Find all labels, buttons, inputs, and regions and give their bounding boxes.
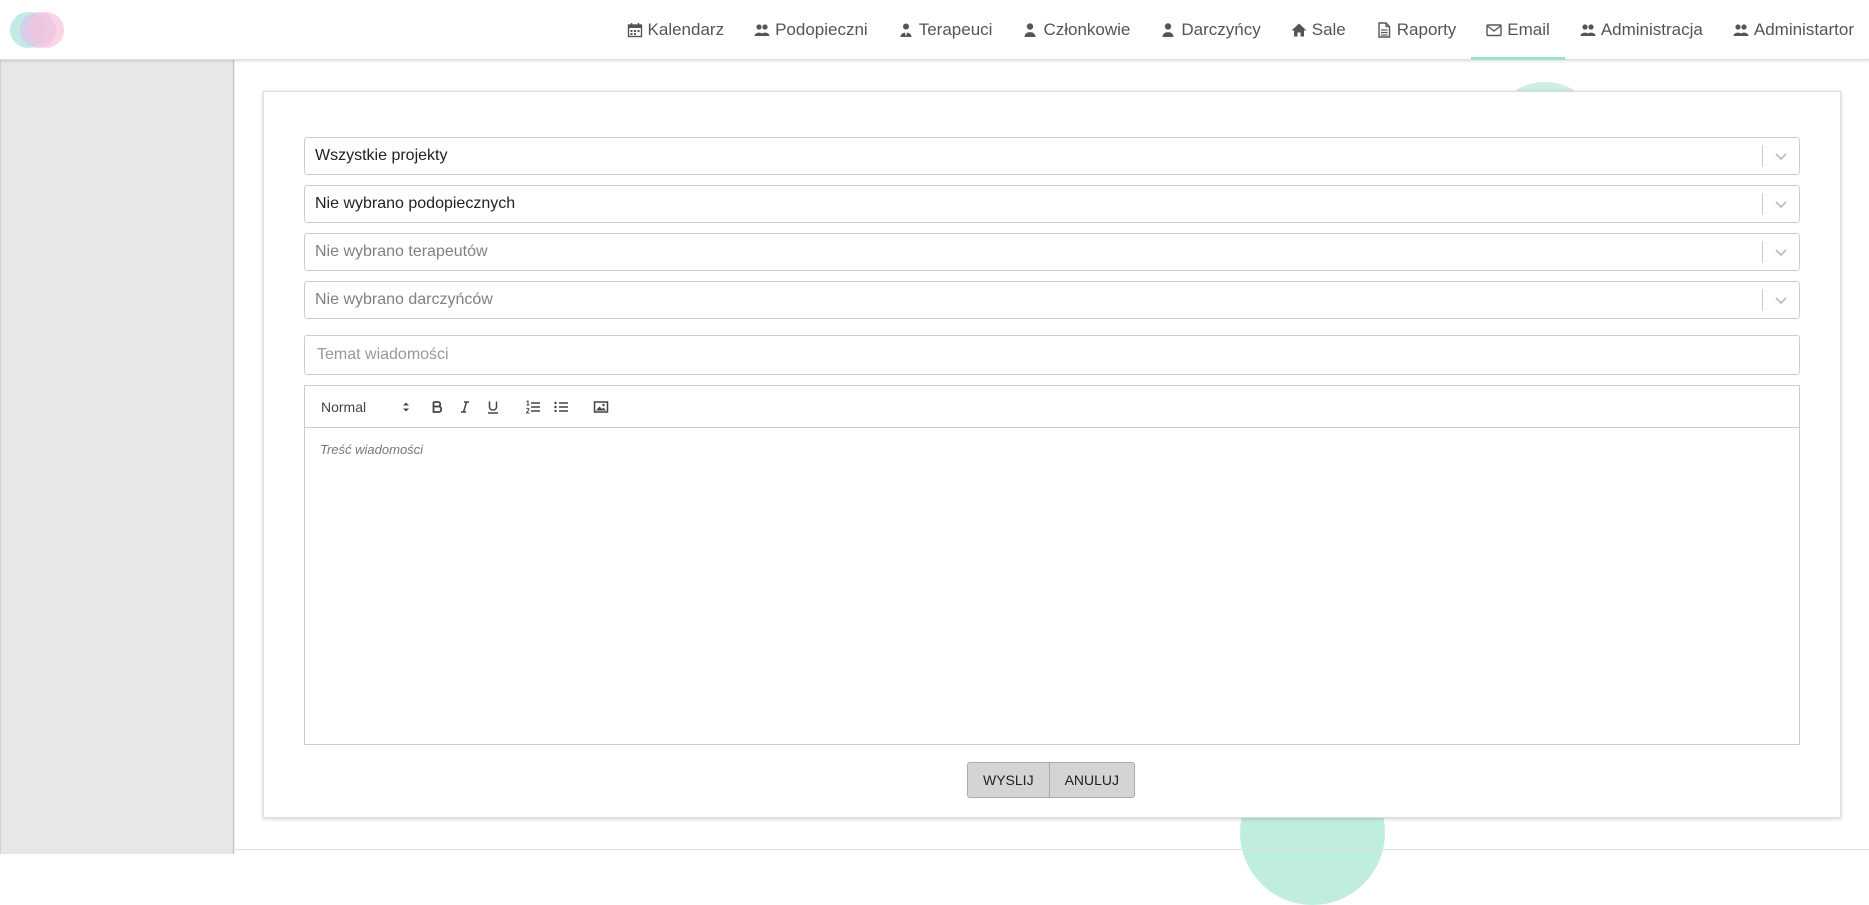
home-icon bbox=[1291, 23, 1307, 37]
therapists-select-value: Nie wybrano terapeutów bbox=[315, 243, 488, 260]
sidebar bbox=[0, 60, 243, 854]
wards-select-value: Nie wybrano podopiecznych bbox=[315, 195, 516, 212]
main-nav: Kalendarz Podopieczni Terapeuci Członkow… bbox=[612, 0, 1869, 60]
top-navbar: Kalendarz Podopieczni Terapeuci Członkow… bbox=[0, 0, 1869, 60]
file-icon bbox=[1378, 22, 1390, 38]
message-body-placeholder: Treść wiadomości bbox=[320, 442, 424, 457]
nav-label: Podopieczni bbox=[775, 20, 868, 39]
nav-item-email[interactable]: Email bbox=[1471, 0, 1565, 60]
nav-item-raporty[interactable]: Raporty bbox=[1361, 0, 1472, 60]
nav-label: Administracja bbox=[1600, 20, 1703, 39]
nav-label: Email bbox=[1507, 20, 1550, 39]
bullet-list-button[interactable] bbox=[547, 395, 575, 419]
nav-item-podopieczni[interactable]: Podopieczni bbox=[739, 0, 883, 60]
donors-select-value: Nie wybrano darczyńców bbox=[315, 291, 493, 308]
users-icon bbox=[754, 24, 770, 36]
user-tie-icon bbox=[900, 23, 912, 37]
user-icon bbox=[1024, 23, 1036, 37]
bold-icon bbox=[432, 400, 443, 413]
format-select-value: Normal bbox=[321, 398, 367, 415]
image-icon bbox=[593, 400, 609, 413]
nav-label: Administartor bbox=[1753, 20, 1854, 39]
bullet-list-icon bbox=[554, 401, 568, 412]
sort-icon bbox=[403, 402, 409, 411]
nav-item-administracja[interactable]: Administracja bbox=[1565, 0, 1718, 60]
nav-item-terapeuci[interactable]: Terapeuci bbox=[883, 0, 1008, 60]
cancel-button[interactable]: ANULUJ bbox=[1049, 762, 1136, 798]
nav-label: Sale bbox=[1311, 20, 1346, 39]
bold-button[interactable] bbox=[423, 395, 451, 419]
email-form-card: Wszystkie projekty Nie wybrano podopiecz… bbox=[263, 91, 1841, 818]
wards-select[interactable]: Nie wybrano podopiecznych bbox=[304, 185, 1800, 223]
nav-item-darczyncy[interactable]: Darczyńcy bbox=[1145, 0, 1275, 60]
users-icon bbox=[1580, 24, 1596, 36]
italic-button[interactable] bbox=[451, 395, 479, 419]
underline-button[interactable] bbox=[479, 395, 507, 419]
nav-label: Terapeuci bbox=[918, 20, 993, 39]
ordered-list-icon bbox=[525, 399, 540, 413]
users-icon bbox=[1733, 24, 1749, 36]
form-actions: WYSLIJ ANULUJ bbox=[967, 762, 1136, 798]
underline-icon bbox=[488, 401, 498, 414]
nav-item-administartor[interactable]: Administartor bbox=[1718, 0, 1869, 60]
project-select[interactable]: Wszystkie projekty bbox=[304, 137, 1800, 175]
image-button[interactable] bbox=[587, 395, 615, 419]
user-icon bbox=[1162, 23, 1174, 37]
rich-text-editor: Normal Treść wiadomości bbox=[304, 385, 1800, 745]
nav-item-kalendarz[interactable]: Kalendarz bbox=[612, 0, 740, 60]
chevron-down-icon[interactable] bbox=[1763, 186, 1799, 222]
nav-label: Darczyńcy bbox=[1181, 20, 1261, 39]
chevron-down-icon[interactable] bbox=[1763, 234, 1799, 270]
app-logo[interactable] bbox=[8, 10, 66, 50]
divider bbox=[235, 849, 1869, 850]
editor-toolbar: Normal bbox=[305, 386, 1799, 428]
nav-item-sale[interactable]: Sale bbox=[1276, 0, 1361, 60]
nav-label: Kalendarz bbox=[647, 20, 725, 39]
nav-item-czlonkowie[interactable]: Członkowie bbox=[1007, 0, 1145, 60]
chevron-down-icon[interactable] bbox=[1763, 282, 1799, 318]
therapists-select[interactable]: Nie wybrano terapeutów bbox=[304, 233, 1800, 271]
project-select-value: Wszystkie projekty bbox=[315, 147, 448, 164]
chevron-down-icon[interactable] bbox=[1763, 138, 1799, 174]
donors-select[interactable]: Nie wybrano darczyńców bbox=[304, 281, 1800, 319]
italic-icon bbox=[461, 400, 469, 413]
subject-input[interactable] bbox=[304, 335, 1800, 375]
calendar-icon bbox=[627, 23, 642, 38]
send-button[interactable]: WYSLIJ bbox=[967, 762, 1050, 798]
message-body-editor[interactable]: Treść wiadomości bbox=[305, 428, 1799, 744]
nav-label: Członkowie bbox=[1043, 20, 1131, 39]
envelope-icon bbox=[1486, 24, 1502, 37]
nav-label: Raporty bbox=[1396, 20, 1457, 39]
format-select[interactable]: Normal bbox=[321, 399, 411, 415]
ordered-list-button[interactable] bbox=[519, 395, 547, 419]
